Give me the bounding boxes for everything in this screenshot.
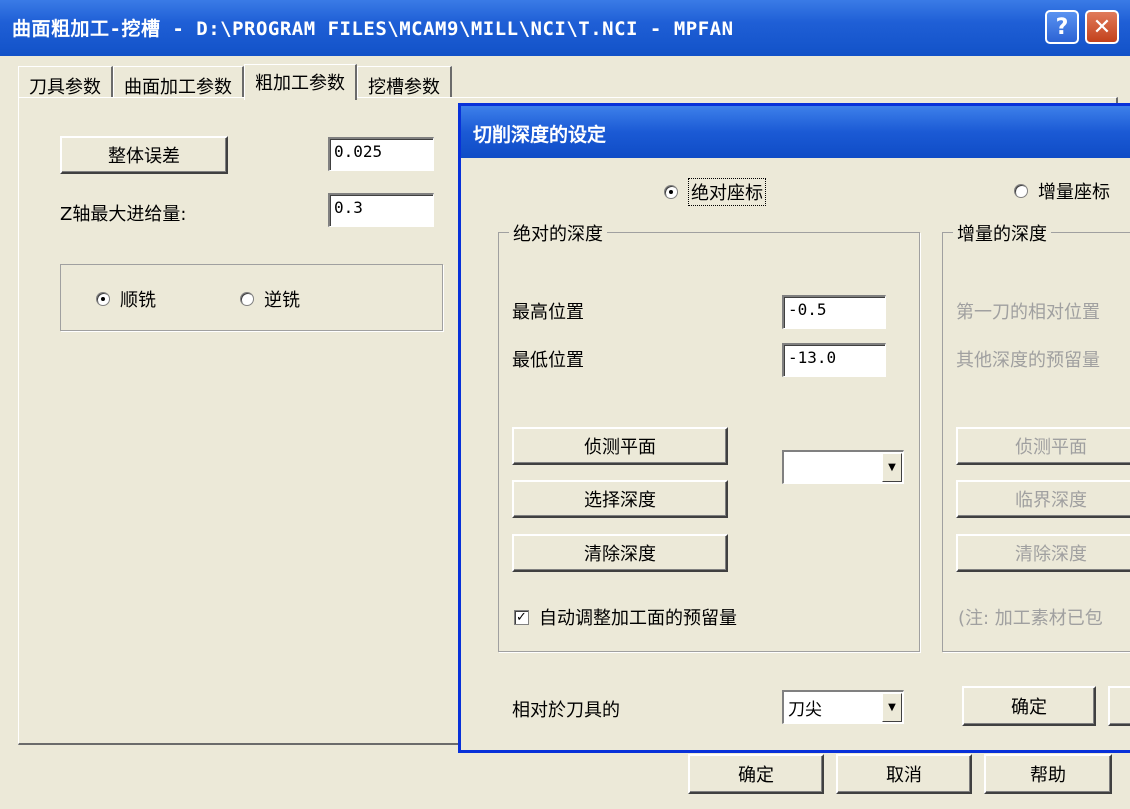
incremental-depth-legend: 增量的深度 bbox=[953, 220, 1051, 246]
chevron-down-icon[interactable]: ▼ bbox=[882, 693, 902, 722]
absolute-depth-legend: 绝对的深度 bbox=[509, 220, 607, 246]
incremental-coords-radio[interactable]: 增量座标 bbox=[1014, 178, 1110, 204]
radio-selected-indicator bbox=[96, 292, 110, 306]
tab-strip: 刀具参数 曲面加工参数 粗加工参数 挖槽参数 bbox=[18, 64, 452, 100]
tab-pocket-params[interactable]: 挖槽参数 bbox=[357, 66, 452, 98]
clear-depth-button[interactable]: 清除深度 bbox=[512, 534, 728, 572]
incremental-coords-label: 增量座标 bbox=[1038, 182, 1110, 203]
climb-label: 顺铣 bbox=[120, 290, 156, 311]
main-help-button[interactable]: 帮助 bbox=[984, 754, 1112, 794]
tolerance-field[interactable]: 0.025 bbox=[328, 137, 434, 171]
window-titlebar: 曲面粗加工-挖槽 - D:\PROGRAM FILES\MCAM9\MILL\N… bbox=[0, 0, 1130, 56]
z-step-label: Z轴最大进给量: bbox=[60, 204, 187, 225]
main-ok-button[interactable]: 确定 bbox=[688, 754, 824, 794]
radio-indicator bbox=[1014, 184, 1028, 198]
bottom-position-field[interactable]: -13.0 bbox=[782, 343, 886, 377]
auto-adjust-checkbox[interactable]: ✓ 自动调整加工面的预留量 bbox=[514, 604, 737, 630]
incr-clear-depth-button[interactable]: 清除深度 bbox=[956, 534, 1130, 572]
help-title-button[interactable]: ? bbox=[1045, 10, 1079, 44]
z-step-field[interactable]: 0.3 bbox=[328, 193, 434, 227]
stock-note: (注: 加工素材已包 bbox=[958, 608, 1103, 629]
top-position-label: 最高位置 bbox=[512, 302, 584, 323]
relative-to-tool-select[interactable]: 刀尖 ▼ bbox=[782, 690, 904, 724]
select-depth-button[interactable]: 选择深度 bbox=[512, 480, 728, 518]
absolute-coords-radio[interactable]: 绝对座标 bbox=[664, 178, 766, 206]
dialog-title: 切削深度的设定 bbox=[461, 106, 1130, 158]
dialog-cancel-button[interactable] bbox=[1108, 686, 1130, 726]
window-title: 曲面粗加工-挖槽 - D:\PROGRAM FILES\MCAM9\MILL\N… bbox=[12, 18, 734, 40]
tab-surface-params[interactable]: 曲面加工参数 bbox=[113, 66, 244, 98]
absolute-coords-label: 绝对座标 bbox=[688, 178, 766, 206]
conventional-radio[interactable]: 逆铣 bbox=[240, 286, 300, 312]
close-title-button[interactable]: ✕ bbox=[1085, 10, 1119, 44]
relative-to-tool-label: 相对於刀具的 bbox=[512, 700, 620, 721]
chevron-down-icon[interactable]: ▼ bbox=[882, 453, 902, 482]
depth-list-dropdown[interactable]: ▼ bbox=[782, 450, 904, 484]
top-position-field[interactable]: -0.5 bbox=[782, 295, 886, 329]
radio-indicator bbox=[240, 292, 254, 306]
detect-plane-button[interactable]: 侦测平面 bbox=[512, 427, 728, 465]
incr-detect-plane-button[interactable]: 侦测平面 bbox=[956, 427, 1130, 465]
check-icon: ✓ bbox=[514, 609, 529, 625]
radio-selected-indicator bbox=[664, 185, 678, 199]
relative-to-tool-value: 刀尖 bbox=[788, 700, 822, 720]
first-cut-label: 第一刀的相对位置 bbox=[956, 302, 1100, 323]
tab-tool-params[interactable]: 刀具参数 bbox=[18, 66, 113, 98]
tab-rough-params[interactable]: 粗加工参数 bbox=[244, 64, 357, 100]
auto-adjust-label: 自动调整加工面的预留量 bbox=[539, 608, 737, 629]
main-cancel-button[interactable]: 取消 bbox=[836, 754, 972, 794]
other-depth-label: 其他深度的预留量 bbox=[956, 350, 1100, 371]
total-tolerance-button[interactable]: 整体误差 bbox=[60, 136, 228, 174]
climb-radio[interactable]: 顺铣 bbox=[96, 286, 156, 312]
bottom-position-label: 最低位置 bbox=[512, 350, 584, 371]
critical-depth-button[interactable]: 临界深度 bbox=[956, 480, 1130, 518]
dialog-ok-button[interactable]: 确定 bbox=[962, 686, 1096, 726]
conventional-label: 逆铣 bbox=[264, 290, 300, 311]
